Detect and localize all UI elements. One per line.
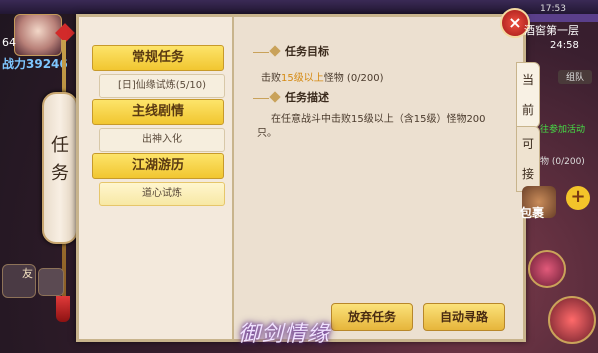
task-item-daoxin[interactable]: 道心试炼 bbox=[99, 182, 225, 206]
friend-label: 友 bbox=[22, 267, 33, 280]
goal-highlight: 15级以上 bbox=[281, 73, 324, 84]
player-power: 战力39246 bbox=[2, 57, 68, 71]
task-scroll-tab: 任 务 bbox=[42, 92, 78, 244]
divider bbox=[253, 97, 269, 99]
bag-label: 包裹 bbox=[520, 206, 545, 220]
goal-section-title: 任务目标 bbox=[253, 43, 373, 61]
task-item-chushen[interactable]: 出神入化 bbox=[99, 128, 225, 152]
scroll-title-char-1: 任 bbox=[51, 135, 69, 156]
tab-available[interactable]: 可接 bbox=[516, 126, 540, 192]
goal-text: 击败15级以上怪物 (0/200) bbox=[261, 69, 384, 84]
friend-button[interactable]: 友 bbox=[2, 264, 36, 298]
team-button[interactable]: 组队 bbox=[558, 70, 592, 84]
tab-available-label: 可接 bbox=[521, 137, 534, 181]
diamond-icon bbox=[269, 45, 281, 57]
diamond-icon bbox=[269, 91, 281, 103]
task-category-list: 常规任务 [日]仙缘试炼(5/10) 主线剧情 出神入化 江湖游历 道心试炼 bbox=[79, 17, 234, 339]
task-description: 在任意战斗中击败15级以上（含15级）怪物200只。 bbox=[257, 114, 486, 139]
task-item-xianyuan[interactable]: [日]仙缘试炼(5/10) bbox=[99, 74, 225, 98]
category-jianghu[interactable]: 江湖游历 bbox=[92, 153, 224, 179]
map-name: 酒窖第一层 bbox=[524, 24, 579, 37]
task-panel: 常规任务 [日]仙缘试炼(5/10) 主线剧情 出神入化 江湖游历 道心试炼 任… bbox=[76, 14, 526, 342]
scroll-title-char-2: 务 bbox=[51, 163, 69, 184]
player-avatar[interactable] bbox=[14, 14, 62, 56]
skill-button-2[interactable] bbox=[548, 296, 596, 344]
chat-button[interactable] bbox=[38, 268, 64, 296]
category-main-story[interactable]: 主线剧情 bbox=[92, 99, 224, 125]
task-detail: 任务目标 击败15级以上怪物 (0/200) 任务描述 在任意战斗中击败15级以… bbox=[235, 17, 523, 339]
goal-prefix: 击败 bbox=[261, 73, 281, 84]
right-event-text[interactable]: 往参加活动 bbox=[540, 122, 585, 135]
tassel-icon bbox=[56, 296, 70, 322]
goal-title-text: 任务目标 bbox=[285, 45, 329, 58]
desc-section-title: 任务描述 bbox=[253, 89, 373, 107]
plus-button[interactable]: + bbox=[566, 186, 590, 210]
right-progress-text: 物 (0/200) bbox=[540, 157, 585, 167]
divider bbox=[253, 51, 269, 53]
skill-button-1[interactable] bbox=[528, 250, 566, 288]
abandon-task-button[interactable]: 放弃任务 bbox=[331, 303, 413, 331]
game-logo: 御剑情缘 bbox=[238, 322, 331, 347]
category-routine[interactable]: 常规任务 bbox=[92, 45, 224, 71]
system-time: 17:53 bbox=[540, 4, 566, 14]
goal-suffix: 怪物 (0/200) bbox=[323, 73, 384, 84]
game-time: 24:58 bbox=[550, 40, 579, 51]
tab-current[interactable]: 当前 bbox=[516, 62, 540, 128]
player-level: 64 bbox=[2, 36, 16, 49]
tab-current-label: 当前 bbox=[521, 73, 534, 117]
desc-title-text: 任务描述 bbox=[285, 91, 329, 104]
auto-path-button[interactable]: 自动寻路 bbox=[423, 303, 505, 331]
